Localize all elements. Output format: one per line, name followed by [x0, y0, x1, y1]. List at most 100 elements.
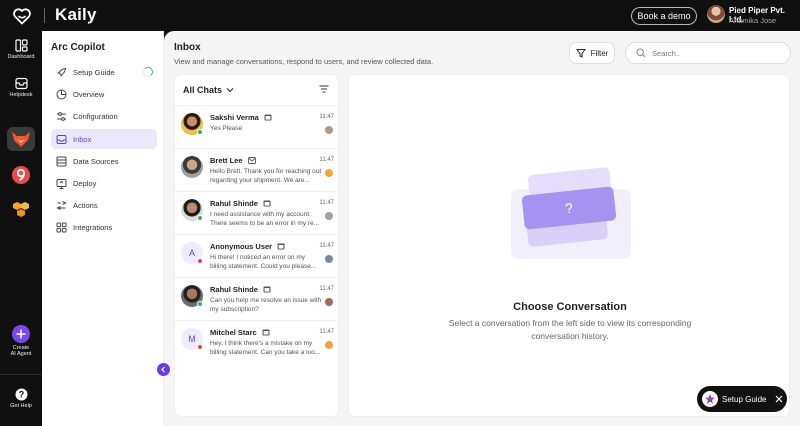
rocket-icon [56, 67, 67, 78]
create-label-2: AI Agent [10, 351, 32, 357]
avatar-initial: M [188, 334, 196, 344]
agent-avatar [325, 255, 333, 263]
chat-time: 11:47 [319, 200, 334, 206]
sidebar-item-integrations[interactable]: Integrations [51, 217, 157, 237]
app-name: Kaily [55, 5, 97, 24]
chat-name: Mitchel Starc [210, 328, 270, 337]
deploy-icon [56, 178, 67, 189]
setup-guide-label: Setup Guide [722, 394, 767, 404]
chat-preview: Hello Brett. Thank you for reaching out … [210, 168, 322, 184]
chat-list: All Chats Sakshi Verma 11:47 Yes Please … [174, 74, 339, 417]
chat-item[interactable]: Sakshi Verma 11:47 Yes Please [175, 105, 338, 148]
chat-preview: Hey, I think there's a mistake on my bil… [210, 340, 321, 356]
chat-preview: Can you help me resolve an issue with my… [210, 297, 322, 313]
chat-item[interactable]: Rahul Shinde 11:47 I need assistance wit… [175, 191, 338, 234]
sidebar-item-label: Configuration [73, 111, 118, 121]
page-title: Inbox [174, 42, 201, 53]
setup-guide-icon [702, 391, 718, 407]
setup-guide-pill[interactable]: Setup Guide [697, 386, 787, 412]
agent-avatar [325, 341, 333, 349]
main-content: Inbox View and manage conversations, res… [164, 31, 800, 426]
chat-name-text: Mitchel Starc [210, 328, 257, 337]
sidebar-item-label: Integrations [73, 222, 113, 232]
hexagon-app-icon [13, 202, 29, 217]
sidebar-item-label: Data Sources [73, 156, 119, 166]
sidebar-item-configuration[interactable]: Configuration [51, 106, 157, 126]
sidebar-item-actions[interactable]: Actions [51, 195, 157, 215]
avatar-initial: A [188, 248, 195, 258]
book-demo-button[interactable]: Book a demo [631, 7, 697, 25]
chat-name: Rahul Shinde [210, 285, 271, 294]
agent-avatar [325, 169, 333, 177]
chat-time: 11:47 [319, 157, 334, 163]
chat-name: Sakshi Verma [210, 113, 272, 122]
inbox-icon [56, 134, 67, 145]
rail-dashboard[interactable]: Dashboard [0, 39, 42, 60]
rail-app-hex[interactable] [11, 201, 31, 224]
chat-list-header: All Chats [183, 85, 223, 95]
chat-name-text: Anonymous User [210, 242, 273, 251]
sidebar-item-setup-guide[interactable]: Setup Guide [51, 62, 157, 82]
rail-helpdesk-label: Helpdesk [9, 92, 33, 98]
filter-button[interactable]: Filter [569, 42, 615, 64]
get-help-button[interactable]: ? Get Help [0, 388, 42, 409]
chat-time: 11:47 [319, 243, 334, 249]
user-name[interactable]: Anamika Jose [729, 16, 776, 25]
email-channel-icon [247, 157, 256, 164]
sort-icon[interactable] [319, 85, 329, 93]
chat-item[interactable]: Brett Lee 11:47 Hello Brett. Thank you f… [175, 148, 338, 191]
avatar[interactable] [707, 5, 725, 23]
dashboard-icon [14, 39, 28, 52]
chat-preview: Hi there! I noticed an error on my billi… [210, 254, 317, 270]
chat-item[interactable]: M Mitchel Starc 11:47 Hey, I think there… [175, 320, 338, 363]
empty-state-title: Choose Conversation [513, 301, 627, 313]
rail-app-nine[interactable] [12, 166, 30, 184]
create-ai-agent-button[interactable]: Create AI Agent [0, 325, 42, 357]
web-channel-icon [263, 200, 271, 207]
all-chats-dropdown[interactable]: All Chats [183, 85, 234, 95]
search-box[interactable] [625, 42, 791, 64]
avatar [181, 156, 203, 178]
status-online-dot [197, 301, 203, 307]
help-icon: ? [15, 388, 27, 401]
chat-preview: I need assistance with my account. There… [210, 211, 320, 227]
chevron-down-icon [226, 88, 234, 93]
chat-item[interactable]: A Anonymous User 11:47 Hi there! I notic… [175, 234, 338, 277]
rail-app-fox[interactable] [7, 127, 35, 151]
web-channel-icon [264, 114, 272, 121]
empty-state-subtitle: Select a conversation from the left side… [448, 318, 692, 341]
sliders-icon [56, 111, 67, 122]
rail-helpdesk[interactable]: Helpdesk [0, 77, 42, 98]
web-channel-icon [262, 329, 270, 336]
chat-preview: Yes Please [210, 125, 243, 132]
conversation-illustration: ? [511, 167, 631, 259]
helpdesk-icon [14, 77, 28, 90]
sidebar-item-data-sources[interactable]: Data Sources [51, 151, 157, 171]
rail-divider [0, 374, 42, 375]
pie-chart-icon [56, 89, 67, 100]
left-rail: Dashboard Helpdesk Create AI Agent ? Get… [0, 31, 42, 426]
kaily-logo-icon[interactable] [12, 6, 32, 26]
close-icon[interactable] [775, 395, 783, 403]
sidebar-item-inbox[interactable]: Inbox [51, 129, 157, 149]
chat-name-text: Sakshi Verma [210, 113, 259, 122]
sidebar-item-deploy[interactable]: Deploy [51, 173, 157, 193]
sidebar: Arc Copilot Setup Guide Overview Configu… [42, 31, 164, 426]
conversation-panel: ? Choose Conversation Select a conversat… [348, 74, 790, 417]
top-bar: Kaily Book a demo Pied Piper Pvt. Ltd. A… [0, 0, 800, 31]
collapse-sidebar-button[interactable] [157, 363, 170, 376]
search-input[interactable] [652, 48, 772, 58]
sidebar-item-overview[interactable]: Overview [51, 84, 157, 104]
chat-time: 11:47 [319, 329, 334, 335]
integrations-icon [56, 222, 67, 233]
chat-item[interactable]: Rahul Shinde 11:47 Can you help me resol… [175, 277, 338, 320]
sidebar-item-label: Inbox [73, 134, 92, 144]
progress-spinner [143, 67, 153, 77]
sidebar-item-label: Overview [73, 89, 105, 99]
chat-name: Anonymous User [210, 242, 285, 251]
fox-app-icon [12, 132, 30, 147]
rail-dashboard-label: Dashboard [7, 54, 35, 60]
database-icon [56, 156, 67, 167]
svg-text:?: ? [18, 390, 24, 400]
status-offline-dot [197, 258, 203, 264]
